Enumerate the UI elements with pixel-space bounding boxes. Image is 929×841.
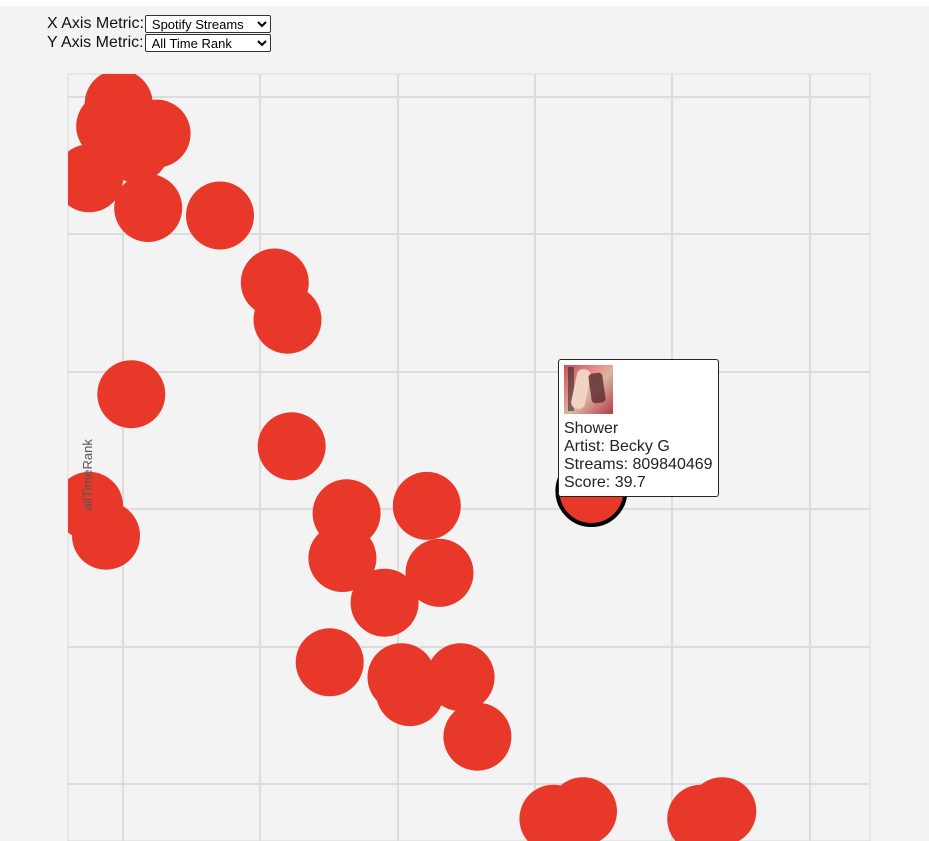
data-point[interactable] [257, 412, 326, 481]
song-tooltip: Shower Artist: Becky G Streams: 80984046… [558, 359, 719, 497]
tooltip-streams: Streams: 809840469 [564, 456, 713, 473]
data-point[interactable] [186, 181, 254, 250]
data-point[interactable] [72, 501, 140, 570]
data-point[interactable] [240, 248, 309, 317]
tooltip-artist: Artist: Becky G [564, 438, 670, 455]
data-point[interactable] [55, 144, 124, 213]
data-point[interactable] [114, 174, 183, 242]
data-point[interactable] [122, 99, 191, 168]
tooltip-song-title: Shower [564, 420, 619, 437]
y-axis-title: allTimeRank [80, 439, 95, 511]
tooltip-score: Score: 39.7 [564, 474, 646, 491]
data-point[interactable] [443, 702, 512, 771]
data-point[interactable] [392, 471, 461, 540]
scatter-chart: allTimeRank [55, 73, 871, 841]
data-point[interactable] [350, 568, 419, 637]
data-point[interactable] [367, 643, 436, 712]
data-point[interactable] [97, 360, 166, 429]
album-art-image [564, 365, 613, 414]
data-point[interactable] [426, 643, 495, 712]
data-point[interactable] [295, 628, 364, 697]
